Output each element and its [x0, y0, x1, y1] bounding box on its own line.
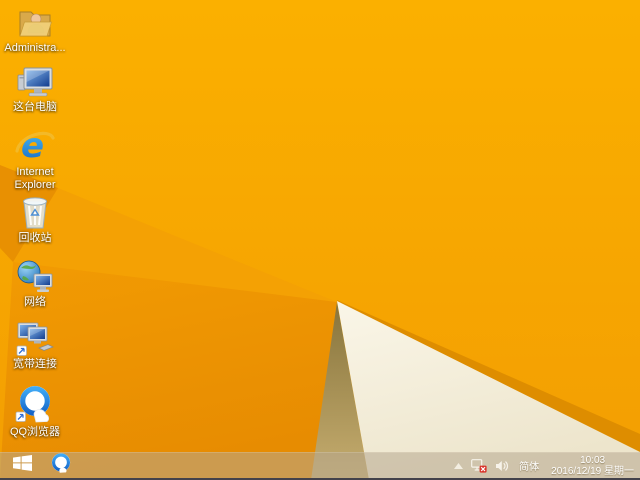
broadband-connection-icon [16, 320, 54, 356]
network-status-icon[interactable] [471, 458, 487, 473]
desktop-icon-label: 这台电脑 [13, 101, 57, 113]
taskbar-clock[interactable]: 10:03 2016/12/19 星期一 [549, 455, 634, 477]
desktop-icon-label: Administra... [4, 42, 66, 54]
recycle-bin-icon [20, 194, 50, 230]
desktop-icon-label: 网络 [24, 296, 46, 308]
desktop-icon-broadband[interactable]: 宽带连接 [3, 320, 67, 371]
desktop-icon-label: 回收站 [18, 232, 52, 244]
desktop-icon-label: QQ浏览器 [9, 426, 61, 438]
wallpaper [0, 0, 640, 480]
desktop-icon-recycle-bin[interactable]: 回收站 [3, 194, 67, 245]
clock-time: 10:03 [580, 454, 606, 466]
desktop-icon-label: 宽带连接 [13, 358, 57, 370]
desktop-icon-administrator[interactable]: Administra... [3, 4, 67, 55]
desktop-icon-label: Internet Explorer [14, 166, 56, 191]
taskbar-pinned-qq-browser[interactable] [48, 451, 74, 480]
computer-icon [17, 63, 53, 99]
qq-browser-icon [14, 384, 56, 424]
desktop-icon-internet-explorer[interactable]: e Internet Explorer [3, 126, 67, 191]
volume-icon[interactable] [495, 460, 509, 472]
svg-text:e: e [21, 126, 44, 164]
chevron-up-icon [454, 462, 464, 469]
ime-indicator[interactable]: 简体 [517, 458, 541, 473]
taskbar: 简体 10:03 2016/12/19 星期一 [0, 452, 640, 478]
start-button[interactable] [9, 455, 35, 477]
internet-explorer-icon: e [15, 126, 55, 164]
system-tray: 简体 10:03 2016/12/19 星期一 [454, 453, 640, 478]
desktop-icon-network[interactable]: 网络 [3, 258, 67, 309]
desktop-icon-qq-browser[interactable]: QQ浏览器 [3, 384, 67, 439]
desktop-screen: Administra... 这台电脑 e Internet Explorer 回… [0, 0, 640, 480]
network-globe-icon [17, 258, 53, 294]
show-hidden-icons-button[interactable] [454, 462, 464, 469]
windows-logo-icon [12, 455, 32, 476]
desktop-icon-this-pc[interactable]: 这台电脑 [3, 63, 67, 114]
qq-browser-icon [49, 451, 73, 480]
user-folder-icon [17, 4, 53, 40]
clock-date: 2016/12/19 星期一 [551, 465, 634, 477]
